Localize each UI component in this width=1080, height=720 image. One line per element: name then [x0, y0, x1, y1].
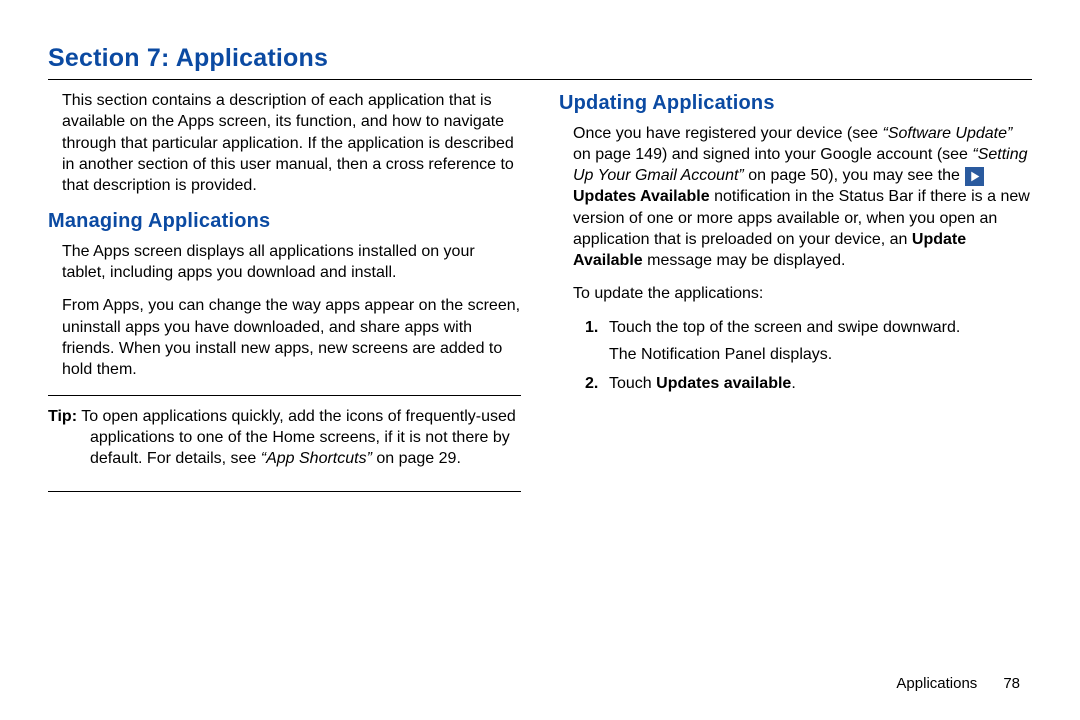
- step-2-c: .: [791, 375, 795, 392]
- step-1-line-a: Touch the top of the screen and swipe do…: [609, 319, 960, 336]
- tip-tail: on page 29.: [372, 450, 461, 467]
- updating-intro-line: To update the applications:: [559, 283, 1032, 304]
- managing-p2: From Apps, you can change the way apps a…: [48, 295, 521, 380]
- tip-label: Tip:: [48, 408, 77, 425]
- footer-page-number: 78: [1003, 675, 1020, 692]
- updating-p1: Once you have registered your device (se…: [559, 123, 1032, 272]
- step-number-2: 2.: [585, 373, 598, 394]
- play-store-icon: [965, 167, 984, 186]
- left-column: This section contains a description of e…: [48, 90, 521, 492]
- update-steps: 1. Touch the top of the screen and swipe…: [559, 317, 1032, 395]
- p1-a: Once you have registered your device (se…: [573, 125, 883, 142]
- step-2-a: Touch: [609, 375, 656, 392]
- tip-xref: “App Shortcuts”: [261, 450, 372, 467]
- page-footer: Applications 78: [896, 675, 1020, 692]
- section-divider: [48, 79, 1032, 80]
- tip-box: Tip: To open applications quickly, add t…: [48, 395, 521, 493]
- footer-chapter: Applications: [896, 675, 977, 692]
- xref-software-update: “Software Update”: [883, 125, 1013, 142]
- manual-page: Section 7: Applications This section con…: [0, 0, 1080, 720]
- updates-available-bold: Updates Available: [573, 188, 710, 205]
- right-column: Updating Applications Once you have regi…: [559, 90, 1032, 492]
- step-2: 2. Touch Updates available.: [589, 373, 1032, 394]
- updates-available-label: Updates available: [656, 375, 791, 392]
- section-title: Section 7: Applications: [48, 44, 1032, 73]
- step-number-1: 1.: [585, 317, 598, 338]
- subhead-updating: Updating Applications: [559, 90, 1032, 117]
- p1-b: on page 149) and signed into your Google…: [573, 146, 972, 163]
- intro-paragraph: This section contains a description of e…: [48, 90, 521, 196]
- step-1: 1. Touch the top of the screen and swipe…: [589, 317, 1032, 366]
- p1-c: on page 50), you may see the: [744, 167, 965, 184]
- subhead-managing: Managing Applications: [48, 208, 521, 235]
- p1-e: message may be displayed.: [643, 252, 846, 269]
- managing-p1: The Apps screen displays all application…: [48, 241, 521, 284]
- step-1-line-b: The Notification Panel displays.: [609, 344, 1032, 365]
- tip-paragraph: Tip: To open applications quickly, add t…: [48, 406, 521, 470]
- two-columns: This section contains a description of e…: [48, 90, 1032, 492]
